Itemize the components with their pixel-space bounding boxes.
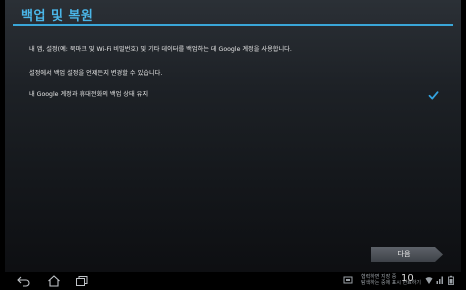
checkmark-icon (428, 91, 439, 100)
home-icon[interactable] (47, 275, 61, 287)
clock-time: 10 (401, 273, 414, 284)
backup-description: 내 앱, 설정(예: 북마크 및 Wi-Fi 비밀번호) 및 기타 데이터를 백… (29, 46, 292, 53)
screenshot-icon (343, 276, 353, 284)
page-title: 백업 및 복원 (21, 9, 94, 24)
setup-screen: 백업 및 복원 내 앱, 설정(예: 북마크 및 Wi-Fi 비밀번호) 및 기… (5, 0, 461, 290)
system-navigation-bar: 협력하면 지장 중 탐색하는 중에 표시 만료하기 10 (5, 272, 461, 290)
back-icon[interactable] (17, 275, 31, 287)
next-button-label: 다음 (397, 250, 411, 258)
next-button[interactable]: 다음 (371, 247, 443, 262)
battery-icon (448, 275, 454, 285)
signal-icon (436, 276, 443, 284)
wifi-icon (425, 277, 433, 284)
title-divider (13, 24, 453, 26)
change-later-text: 설정에서 백업 설정을 언제든지 변경할 수 있습니다. (29, 70, 163, 77)
keep-backup-checkbox[interactable] (428, 86, 439, 100)
recent-apps-icon[interactable] (75, 275, 89, 287)
keep-backup-label[interactable]: 내 Google 계정과 휴대전화의 백업 상태 유지 (29, 89, 148, 98)
